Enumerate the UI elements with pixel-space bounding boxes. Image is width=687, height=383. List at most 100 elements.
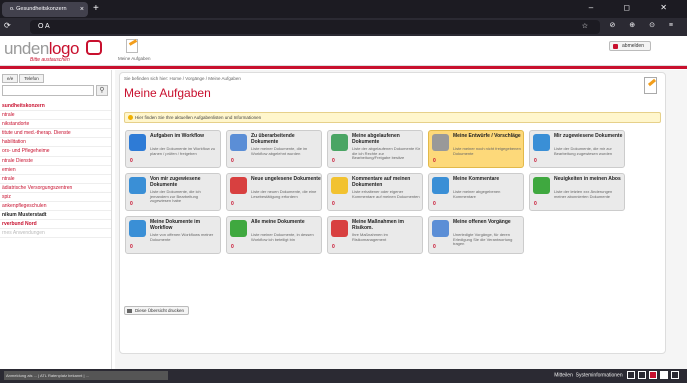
sidebar-tab-telefon[interactable]: Telefon (19, 74, 44, 83)
sidebar-item[interactable]: ors- und Pflegeheime (0, 147, 111, 157)
status-right: Mitteilen Systeminformationen (554, 371, 679, 380)
task-card-description: Liste der Dokumente im Workflow zu plane… (150, 146, 216, 156)
tab-close-icon[interactable]: × (80, 2, 84, 17)
browser-tab-bar: o. Gesundheitskonzern × + ‒ ◻ ✕ (0, 0, 687, 18)
reload-icon[interactable]: ⟳ (4, 21, 11, 30)
task-card-title: Aufgaben im Workflow (150, 133, 205, 139)
task-card-title: Meine offenen Vorgänge (453, 219, 511, 225)
task-card[interactable]: Meine offenen Vorgänge Unerledigte Vorgän… (428, 216, 524, 254)
task-card-description: Liste der abgelaufenen Dokumente für die… (352, 146, 421, 160)
sidebar-search-input[interactable] (2, 85, 94, 96)
task-card-title: Meine Maßnahmen im Risikom. (352, 219, 404, 231)
task-card-title: Kommentare auf meinen Dokumenten (352, 176, 411, 188)
search-icon[interactable]: ⚲ (96, 85, 108, 96)
task-card[interactable]: Neuigkeiten in meinen Abos Liste der letz… (529, 173, 625, 211)
my-tasks-icon[interactable] (126, 39, 138, 53)
layout-icon-5[interactable] (671, 371, 679, 379)
address-bar[interactable]: O A ☆ (30, 20, 600, 34)
open-tasks-icon (432, 220, 449, 237)
task-card-count: 0 (231, 244, 234, 250)
task-card[interactable]: Meine abgelaufenen Dokumente Liste der ab… (327, 130, 423, 168)
task-card[interactable]: Meine Dokumente im Workflow Liste von off… (125, 216, 221, 254)
system-info-link[interactable]: Systeminformationen (576, 372, 623, 378)
tasks-edit-icon (644, 77, 657, 94)
sidebar-item[interactable]: rverbund Nord (0, 220, 111, 230)
sidebar-item[interactable]: titute und med.-therap. Dienste (0, 129, 111, 139)
drafts-icon (432, 134, 449, 151)
sidebar-item[interactable]: nikstandorte (0, 120, 111, 130)
task-card-title: Alle meine Dokumente (251, 219, 305, 225)
task-card-description: Liste meiner abgegebenen Kommentare (453, 189, 501, 199)
task-card-title: Zu überarbeitende Dokumente (251, 133, 295, 145)
layout-icon-4[interactable] (660, 371, 668, 379)
task-card-description: Liste der letzten xxx Änderungen meiner … (554, 189, 613, 199)
sidebar-item[interactable]: ntrale Dienste (0, 157, 111, 166)
task-card[interactable]: Meine Entwürfe / Vorschläge Liste meiner … (428, 130, 524, 168)
sidebar-item[interactable]: habilitation (0, 138, 111, 148)
task-card[interactable]: Mir zugewiesene Dokumente Liste der Dokum… (529, 130, 625, 168)
sidebar-item[interactable]: rnes Anwendungen (0, 229, 111, 239)
logo-text-part2: logo (48, 39, 80, 58)
sidebar-tabs: e/e Telefon (2, 74, 45, 83)
sidebar-item[interactable]: ntrale (0, 111, 111, 121)
task-card-description: Liste der Dokumente, die mir zur Bearbei… (554, 146, 613, 156)
layout-icon-1[interactable] (627, 371, 635, 379)
green-flag-icon (533, 177, 550, 194)
sidebar-item[interactable]: spiz (0, 193, 111, 203)
comment-smiley-icon (331, 177, 348, 194)
task-card[interactable]: Meine Maßnahmen im Risikom. Ihre Maßnahme… (327, 216, 423, 254)
task-card-count: 0 (130, 201, 133, 207)
browser-tab[interactable]: o. Gesundheitskonzern × (2, 2, 88, 17)
my-comments-icon (432, 177, 449, 194)
task-card-count: 0 (130, 244, 133, 250)
status-bar: Anmeldung als ... | ATL Ratenplatz bekan… (0, 369, 687, 383)
sidebar-item[interactable]: ntrale (0, 175, 111, 184)
sidebar-item[interactable]: emien (0, 166, 111, 175)
task-card-count: 0 (534, 201, 537, 207)
task-card[interactable]: Neue ungelesene Dokumente Liste der neuen… (226, 173, 322, 211)
breadcrumb: Sie befinden sich hier: Home / Vorgänge … (124, 76, 241, 81)
sidebar-item[interactable]: ädiatrische Versorgungszentren (0, 184, 111, 193)
task-card-title: Meine Kommentare (453, 176, 500, 182)
layout-icon-3[interactable] (649, 371, 657, 379)
assigned-document-icon (533, 134, 550, 151)
task-card-title: Meine Dokumente im Workflow (150, 219, 201, 231)
task-card-description: Ihre Maßnahmen im Risikomanagement (352, 232, 388, 242)
task-card-title: Mir zugewiesene Dokumente (554, 133, 623, 139)
logo[interactable]: undenlogo (4, 39, 79, 59)
task-card-description: Liste von offenen Workflows meiner Dokum… (150, 232, 214, 242)
window-controls[interactable]: ‒ ◻ ✕ (589, 3, 681, 12)
browser-toolbar-icons[interactable]: ⊘ ⊕ ⊙ ≡ (609, 21, 679, 29)
tab-title: o. Gesundheitskonzern (10, 6, 67, 12)
bookmark-star-icon[interactable]: ☆ (582, 20, 594, 34)
my-tasks-label[interactable]: Meine Aufgaben (118, 56, 151, 61)
status-left-text: Anmeldung als ... | ATL Ratenplatz bekan… (4, 371, 168, 380)
task-card[interactable]: Aufgaben im Workflow Liste der Dokumente … (125, 130, 221, 168)
new-tab-button[interactable]: + (93, 2, 99, 16)
unread-document-icon (230, 177, 247, 194)
logout-button[interactable]: abmelden (609, 41, 651, 51)
task-card-description: Unerledigte Vorgänge, für deren Erledigu… (453, 232, 513, 246)
sidebar-item[interactable]: nikum Musterstadt (0, 211, 111, 221)
document-rework-icon (230, 134, 247, 151)
task-card-description: Liste der Dokumente, die ich jemandem zu… (150, 189, 201, 203)
layout-icon-2[interactable] (638, 371, 646, 379)
web-page: undenlogo Bitte austauschen Meine Aufgab… (0, 36, 687, 369)
sidebar-item[interactable]: sundheitskonzern (0, 102, 111, 112)
print-overview-button[interactable]: Diese Übersicht drucken (124, 306, 190, 315)
expired-document-icon (331, 134, 348, 151)
task-card[interactable]: Kommentare auf meinen Dokumenten Liste er… (327, 173, 423, 211)
sidebar-item[interactable]: ankenpflegeschulen (0, 202, 111, 212)
messages-link[interactable]: Mitteilen (554, 372, 573, 378)
sidebar-list: sundheitskonzern ntrale nikstandorte titute… (0, 102, 111, 239)
sidebar-tab-e[interactable]: e/e (2, 74, 19, 83)
task-card[interactable]: Meine Kommentare Liste meiner abgegebenen… (428, 173, 524, 211)
sidebar: e/e Telefon ⚲ sundheitskonzern ntrale nikst… (0, 70, 112, 369)
task-card[interactable]: Von mir zugewiesene Dokumente Liste der D… (125, 173, 221, 211)
task-card-title: Meine abgelaufenen Dokumente (352, 133, 400, 145)
task-card-count: 0 (332, 201, 335, 207)
task-card-title: Neuigkeiten in meinen Abos (554, 176, 621, 182)
task-card-description: Liste erhaltener oder eigener Kommentare… (352, 189, 420, 199)
task-card[interactable]: Zu überarbeitende Dokumente Liste meiner … (226, 130, 322, 168)
task-card[interactable]: Alle meine Dokumente Liste meiner Dokumen… (226, 216, 322, 254)
